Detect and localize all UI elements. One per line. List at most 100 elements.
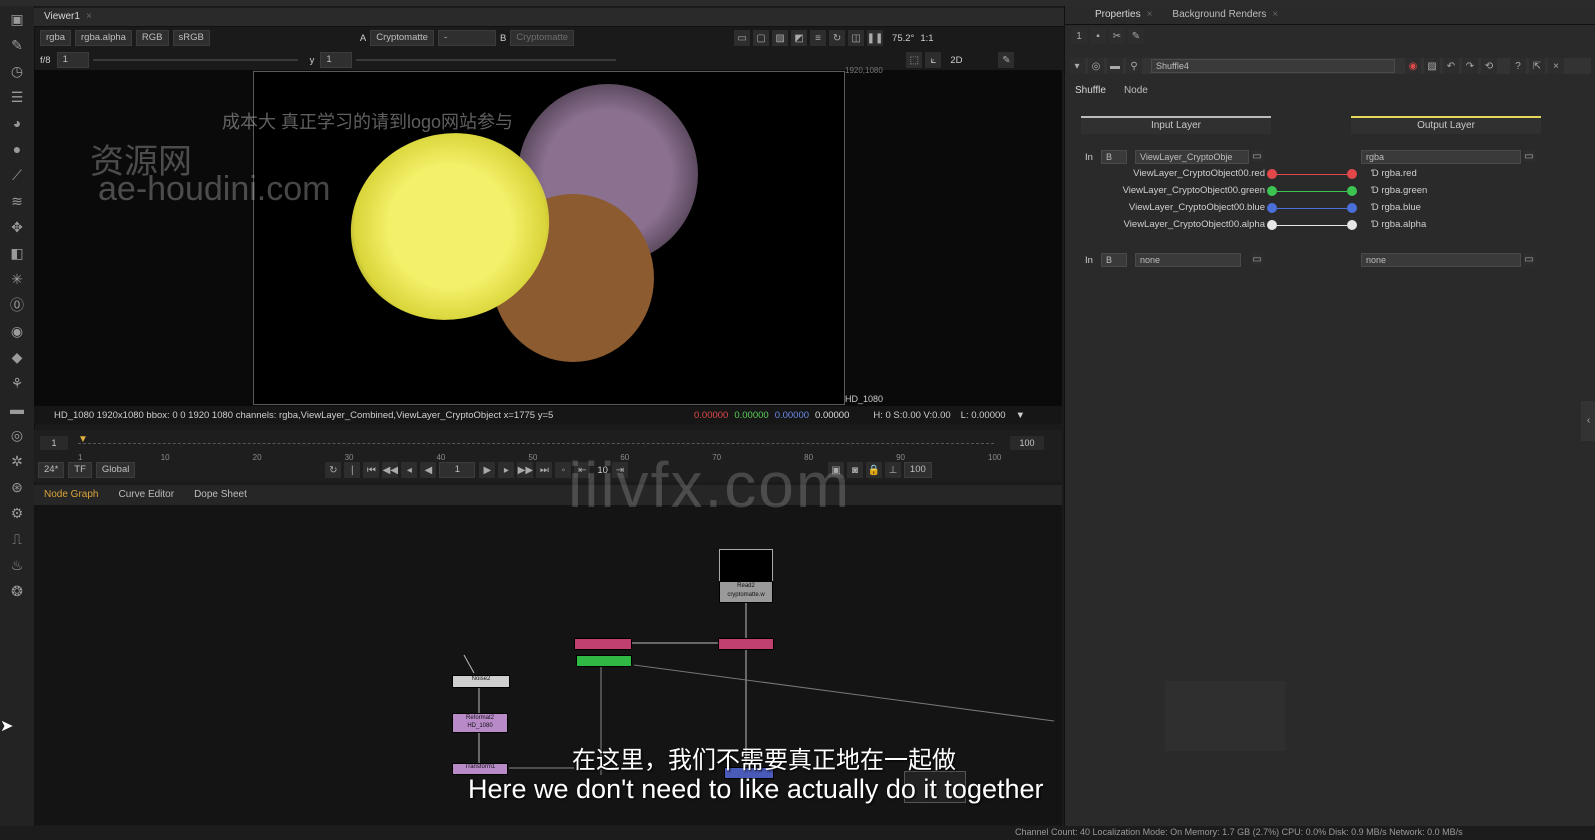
link-icon[interactable]: Ɗ	[1371, 219, 1381, 230]
gl-color-icon[interactable]: ▨	[1424, 58, 1440, 74]
redo-icon[interactable]: ↷	[1462, 58, 1478, 74]
tab-node[interactable]: Node	[1114, 82, 1158, 100]
out-dot-alpha[interactable]	[1347, 220, 1357, 230]
wire-green[interactable]	[1277, 191, 1347, 192]
help-icon[interactable]: ?	[1510, 58, 1526, 74]
link-icon[interactable]: Ɗ	[1371, 185, 1381, 196]
out2-layer-button[interactable]: ▭	[1523, 253, 1535, 265]
transform-tool-icon[interactable]: ✥	[0, 214, 34, 240]
3d-tool-icon[interactable]: ◧	[0, 240, 34, 266]
step-back-icon[interactable]: ◀◀	[382, 462, 399, 478]
tab-viewer1[interactable]: Viewer1 ×	[34, 8, 102, 26]
in-dot-green[interactable]	[1267, 186, 1277, 196]
in2-layer-button[interactable]: ▭	[1251, 253, 1263, 265]
loop-icon[interactable]: ↻	[325, 462, 342, 478]
close-icon[interactable]: ×	[86, 11, 92, 22]
next-frame-icon[interactable]: ▸	[498, 462, 515, 478]
out-dot-red[interactable]	[1347, 169, 1357, 179]
toolsets-tool-icon[interactable]: ⚘	[0, 370, 34, 396]
close-icon[interactable]: ×	[1272, 9, 1278, 20]
float-icon[interactable]: ✂	[1109, 28, 1125, 44]
timeline[interactable]: 1 ▼ 1 10 20 30 40 50 60 70 80 90 100 100 24* TF Gl…	[34, 430, 1062, 482]
display-select[interactable]: RGB	[135, 30, 169, 46]
prev-keyframe-icon[interactable]: ⏮	[363, 462, 380, 478]
tab-node-graph[interactable]: Node Graph	[34, 486, 108, 504]
tab-shuffle[interactable]: Shuffle	[1075, 82, 1114, 100]
step-forward-icon[interactable]: ▶▶	[517, 462, 534, 478]
other-tool-icon[interactable]: ▬	[0, 396, 34, 422]
shuffle-node-pink-right[interactable]	[718, 638, 774, 650]
play-forward-icon[interactable]: ▶	[479, 462, 496, 478]
viewer-icon[interactable]: ◎	[1088, 58, 1104, 74]
deep-tool-icon[interactable]: ⓪	[0, 292, 34, 318]
gain-slider[interactable]	[92, 59, 298, 61]
in2-b-select[interactable]: B	[1101, 253, 1127, 267]
cryptomatte-node[interactable]	[576, 655, 632, 667]
plugin-tool-icon[interactable]: ⊛	[0, 474, 34, 500]
noise-node[interactable]: Noise2	[452, 675, 510, 688]
input-layer-select[interactable]: ViewLayer_CryptoObje	[1135, 150, 1249, 164]
fire-tool-icon[interactable]: ♨	[0, 552, 34, 578]
in2-layer-select[interactable]: none	[1135, 253, 1241, 267]
prev-frame-icon[interactable]: ◂	[401, 462, 418, 478]
channel-tool-icon[interactable]: ☰	[0, 84, 34, 110]
undo-icon[interactable]: ↶	[1443, 58, 1459, 74]
merge-tool-icon[interactable]: ≋	[0, 188, 34, 214]
particles-tool-icon[interactable]: ✳	[0, 266, 34, 292]
end-frame-field-2[interactable]: 100	[903, 462, 932, 478]
checker-icon[interactable]: ▨	[772, 30, 789, 46]
alpha-select[interactable]: rgba.alpha	[75, 30, 132, 46]
shuffle-node-pink-left[interactable]	[574, 638, 632, 650]
wire-red[interactable]	[1277, 174, 1347, 175]
b-input-select[interactable]: Cryptomatte	[510, 30, 575, 46]
float-panel-icon[interactable]: ⇱	[1529, 58, 1545, 74]
center-icon[interactable]: ▬	[1107, 58, 1123, 74]
close-icon[interactable]: ×	[1548, 58, 1564, 74]
collapse-arrow-icon[interactable]: ‹	[1581, 401, 1595, 441]
reset-icon[interactable]: ⟲	[1481, 58, 1497, 74]
out-dot-green[interactable]	[1347, 186, 1357, 196]
scope-select[interactable]: Global	[95, 462, 136, 478]
pin-icon[interactable]: ⚲	[1126, 58, 1142, 74]
timeline-track[interactable]	[78, 443, 994, 445]
collapse-icon[interactable]: ▾	[1069, 58, 1085, 74]
pencil-icon[interactable]: ✎	[1128, 28, 1144, 44]
lock-icon[interactable]: 🔒	[865, 462, 882, 478]
tab-background-renders[interactable]: Background Renders ×	[1162, 6, 1288, 24]
in-b-select[interactable]: B	[1101, 150, 1127, 164]
color-swatch-icon[interactable]: ◉	[1405, 58, 1421, 74]
next-keyframe-icon[interactable]: ⏭	[536, 462, 553, 478]
max-panels-field[interactable]: 1	[1071, 28, 1087, 44]
safe-area-icon[interactable]: ▢	[753, 30, 770, 46]
lut-select[interactable]: sRGB	[172, 30, 210, 46]
in-dot-alpha[interactable]	[1267, 220, 1277, 230]
gamma-field[interactable]: 1	[320, 52, 353, 68]
playhead-marker[interactable]: ▼	[78, 434, 88, 445]
smart-tool-icon[interactable]: ⎍	[0, 526, 34, 552]
link-icon[interactable]: Ɗ	[1371, 202, 1381, 213]
views-tool-icon[interactable]: ◉	[0, 318, 34, 344]
tab-curve-editor[interactable]: Curve Editor	[108, 486, 184, 504]
reformat-node[interactable]: Reformat2 HD_1080	[452, 713, 508, 733]
time-tool-icon[interactable]: ◷	[0, 58, 34, 84]
gamma-slider[interactable]	[356, 59, 617, 61]
crop-icon[interactable]: ⬚	[906, 52, 923, 68]
read-node-label[interactable]: Read2 cryptomatte.w	[719, 581, 773, 603]
tab-dope-sheet[interactable]: Dope Sheet	[184, 486, 257, 504]
output-layer-select[interactable]: rgba	[1361, 150, 1521, 164]
ofx-tool-icon[interactable]: ✲	[0, 448, 34, 474]
furnace-tool-icon[interactable]: ◎	[0, 422, 34, 448]
gizmo-tool-icon[interactable]: ⚙	[0, 500, 34, 526]
list-icon[interactable]: ≡	[810, 30, 827, 46]
in-dot-red[interactable]	[1267, 169, 1277, 179]
range-icon[interactable]: ⊥	[884, 462, 901, 478]
gain-field[interactable]: 1	[56, 52, 89, 68]
pencil-icon[interactable]: ✎	[998, 52, 1015, 68]
dropdown-arrow-icon[interactable]: ▼	[1016, 410, 1025, 421]
metadata-tool-icon[interactable]: ◆	[0, 344, 34, 370]
in-dot-blue[interactable]	[1267, 203, 1277, 213]
input-layer-button[interactable]: ▭	[1251, 150, 1263, 162]
wipe-mode-select[interactable]: -	[437, 30, 496, 46]
proxy-icon[interactable]: ◫	[848, 30, 865, 46]
current-frame-field[interactable]: 1	[439, 462, 476, 478]
